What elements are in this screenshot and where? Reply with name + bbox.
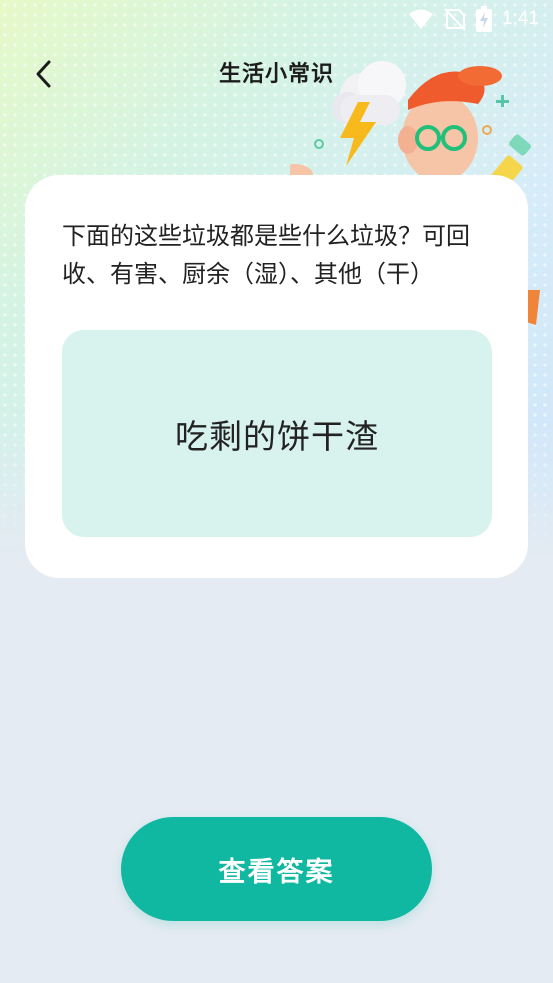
garbage-item-box: 吃剩的饼干渣 bbox=[62, 330, 492, 537]
page-title: 生活小常识 bbox=[218, 62, 334, 87]
status-time: 1:41 bbox=[502, 8, 539, 29]
garbage-item-name: 吃剩的饼干渣 bbox=[175, 416, 379, 456]
question-card: 下面的这些垃圾都是些什么垃圾？可回收、有害、厨余（湿）、其他（干） 吃剩的饼干渣 bbox=[25, 175, 528, 578]
status-bar: 1:41 bbox=[0, 0, 553, 38]
show-answer-label: 查看答案 bbox=[218, 856, 335, 888]
show-answer-button[interactable]: 查看答案 bbox=[121, 817, 432, 921]
sparkle-icon bbox=[496, 95, 509, 107]
battery-charging-icon bbox=[476, 6, 493, 32]
no-sim-icon bbox=[444, 8, 466, 31]
question-text: 下面的这些垃圾都是些什么垃圾？可回收、有害、厨余（湿）、其他（干） bbox=[62, 222, 470, 288]
wifi-icon bbox=[409, 9, 434, 29]
